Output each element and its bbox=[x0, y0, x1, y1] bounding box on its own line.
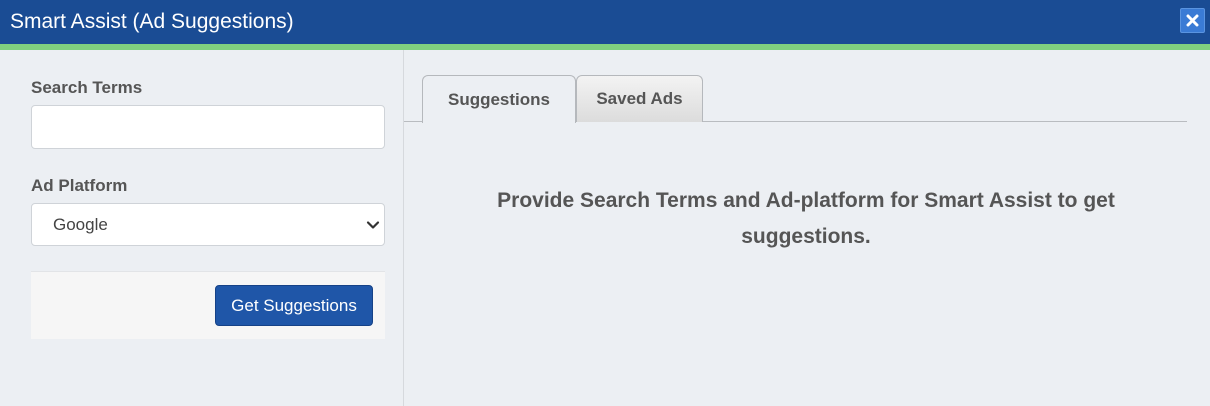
tab-suggestions[interactable]: Suggestions bbox=[422, 75, 576, 123]
close-icon bbox=[1186, 14, 1199, 27]
tab-saved-ads[interactable]: Saved Ads bbox=[576, 75, 703, 122]
ad-platform-select[interactable]: Google bbox=[31, 203, 385, 246]
tab-strip: Suggestions Saved Ads bbox=[404, 50, 1187, 123]
title-bar: Smart Assist (Ad Suggestions) bbox=[0, 0, 1210, 44]
search-terms-input[interactable] bbox=[31, 105, 385, 149]
ad-platform-label: Ad Platform bbox=[31, 176, 128, 195]
empty-state-message: Provide Search Terms and Ad-platform for… bbox=[497, 189, 1115, 248]
search-terms-label: Search Terms bbox=[31, 78, 143, 97]
dialog-title: Smart Assist (Ad Suggestions) bbox=[10, 10, 294, 33]
get-suggestions-button[interactable]: Get Suggestions bbox=[215, 285, 373, 326]
form-action-bar: Get Suggestions bbox=[31, 271, 385, 339]
search-form-panel: Search Terms Ad Platform Google Get Sugg… bbox=[0, 50, 404, 406]
results-panel: Suggestions Saved Ads Provide Search Ter… bbox=[404, 50, 1210, 406]
ad-platform-selected-value: Google bbox=[53, 215, 108, 234]
smart-assist-dialog: Smart Assist (Ad Suggestions) Search Ter… bbox=[0, 0, 1210, 406]
close-button[interactable] bbox=[1180, 8, 1205, 33]
chevron-down-icon bbox=[365, 217, 381, 233]
